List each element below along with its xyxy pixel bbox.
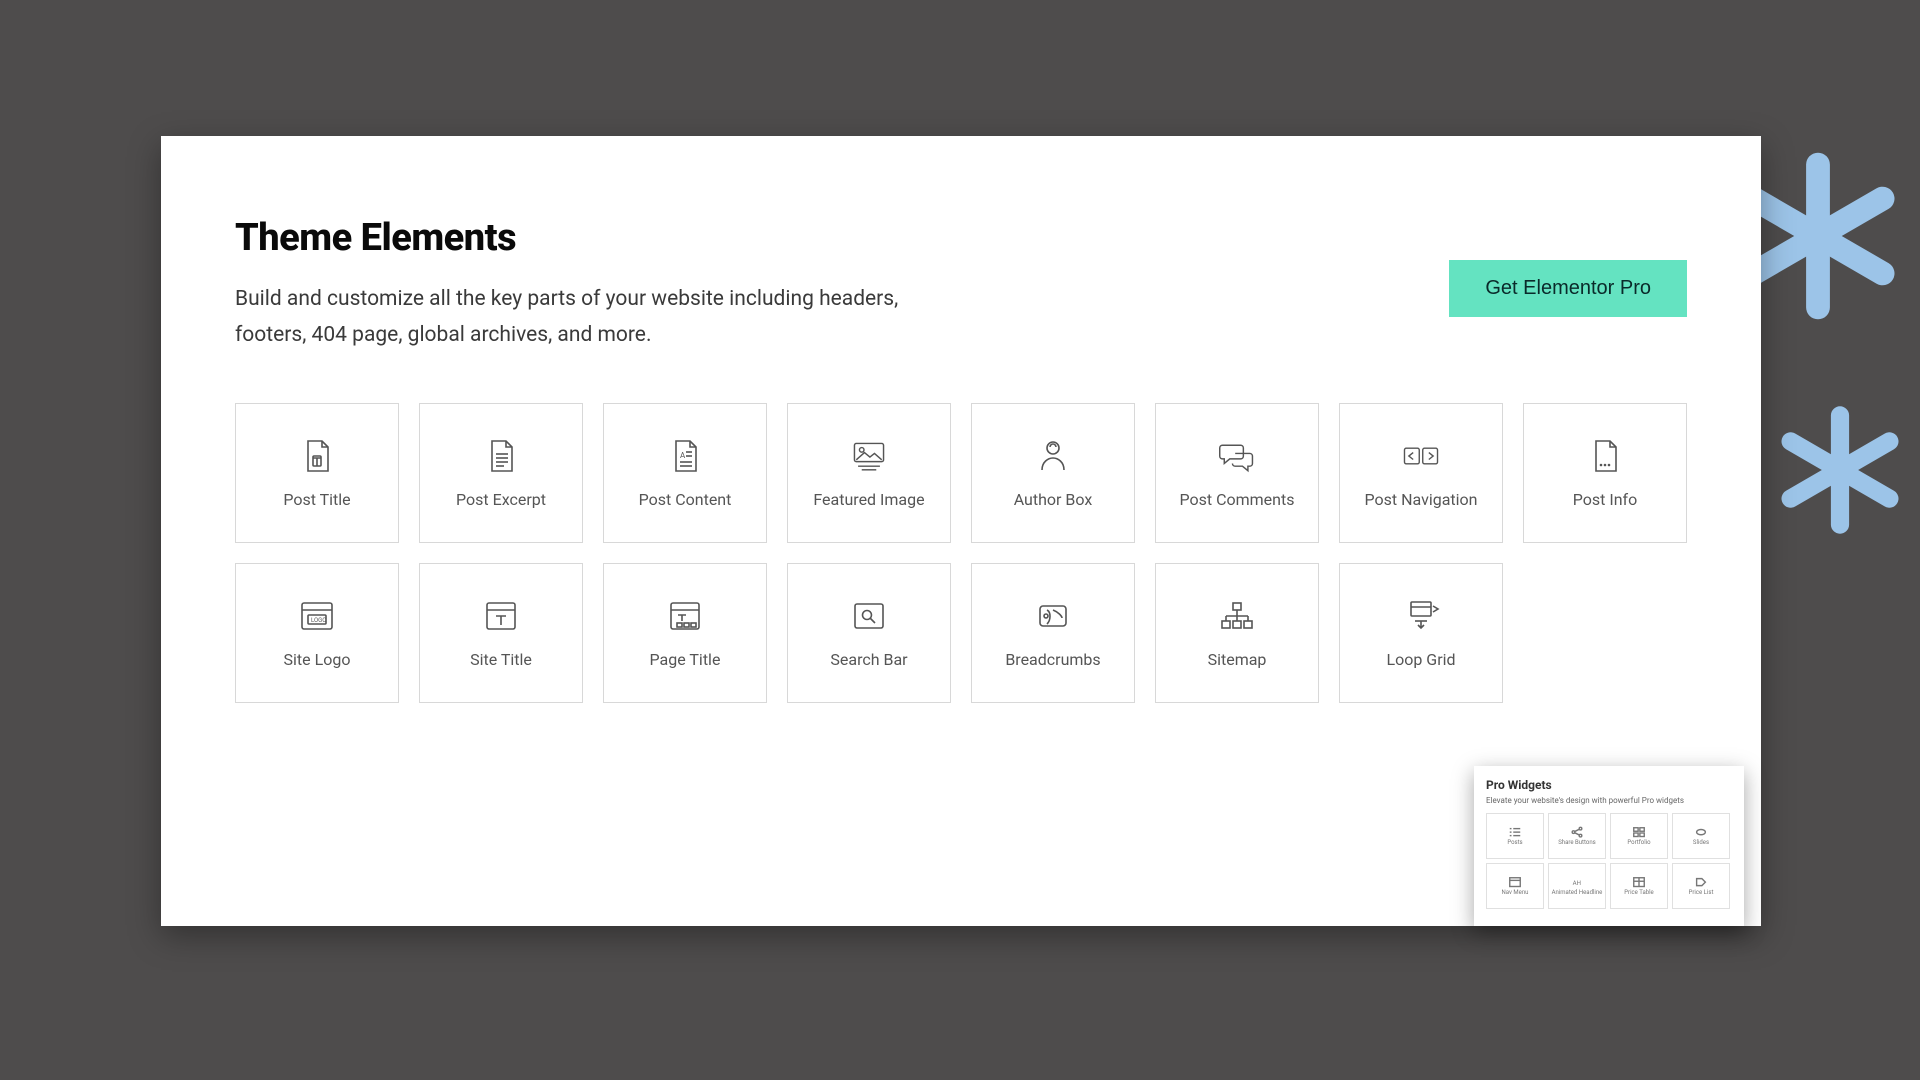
- widget-search-bar[interactable]: Search Bar: [787, 563, 951, 703]
- widget-label: Loop Grid: [1386, 650, 1455, 669]
- mini-label: Price List: [1689, 890, 1714, 896]
- widget-label: Post Comments: [1180, 490, 1295, 509]
- page-title: Theme Elements: [235, 216, 935, 260]
- pro-widgets-mini-panel: Pro Widgets Elevate your website's desig…: [1474, 766, 1744, 926]
- widget-label: Search Bar: [830, 650, 907, 669]
- nav-arrows-icon: [1401, 438, 1441, 474]
- window-tt-icon: [665, 598, 705, 634]
- mini-widget[interactable]: Posts: [1486, 813, 1544, 859]
- image-icon: [849, 438, 889, 474]
- mini-label: Portfolio: [1627, 840, 1650, 846]
- text-icon: AH: [1570, 876, 1584, 888]
- mini-label: Share Buttons: [1558, 840, 1596, 846]
- pricelist-icon: [1694, 876, 1708, 888]
- mini-widget[interactable]: Price List: [1672, 863, 1730, 909]
- search-icon: [849, 598, 889, 634]
- widget-label: Post Navigation: [1365, 490, 1478, 509]
- widget-grid: Post Title Post Excerpt A Post Content F…: [235, 403, 1687, 703]
- widget-label: Author Box: [1014, 490, 1093, 509]
- mini-label: Posts: [1507, 840, 1522, 846]
- loop-icon: [1401, 598, 1441, 634]
- widget-label: Post Title: [283, 490, 350, 509]
- widget-featured-image[interactable]: Featured Image: [787, 403, 951, 543]
- breadcrumb-icon: [1033, 598, 1073, 634]
- widget-label: Featured Image: [813, 490, 924, 509]
- widget-loop-grid[interactable]: Loop Grid: [1339, 563, 1503, 703]
- widget-post-title[interactable]: Post Title: [235, 403, 399, 543]
- svg-text:LOGO: LOGO: [311, 617, 326, 624]
- widget-page-title[interactable]: Page Title: [603, 563, 767, 703]
- widget-post-content[interactable]: A Post Content: [603, 403, 767, 543]
- mini-widget[interactable]: Portfolio: [1610, 813, 1668, 859]
- widget-author-box[interactable]: Author Box: [971, 403, 1135, 543]
- file-content-icon: A: [665, 438, 705, 474]
- mini-label: Nav Menu: [1502, 890, 1529, 896]
- widget-label: Page Title: [650, 650, 721, 669]
- widget-label: Post Info: [1573, 490, 1637, 509]
- table-icon: [1632, 876, 1646, 888]
- widget-label: Site Title: [470, 650, 532, 669]
- person-icon: [1033, 438, 1073, 474]
- widget-post-info[interactable]: Post Info: [1523, 403, 1687, 543]
- widget-label: Sitemap: [1208, 650, 1267, 669]
- file-t-icon: [297, 438, 337, 474]
- page-subtitle: Build and customize all the key parts of…: [235, 282, 935, 353]
- mini-panel-title: Pro Widgets: [1486, 778, 1732, 792]
- svg-text:A: A: [680, 451, 686, 460]
- share-icon: [1570, 826, 1584, 838]
- get-elementor-pro-button[interactable]: Get Elementor Pro: [1449, 260, 1687, 317]
- widget-post-excerpt[interactable]: Post Excerpt: [419, 403, 583, 543]
- widget-label: Post Excerpt: [456, 490, 546, 509]
- mini-widget[interactable]: Nav Menu: [1486, 863, 1544, 909]
- mini-widget[interactable]: Share Buttons: [1548, 813, 1606, 859]
- widget-label: Post Content: [639, 490, 732, 509]
- svg-text:AH: AH: [1573, 880, 1581, 887]
- grid-icon: [1632, 826, 1646, 838]
- mini-label: Price Table: [1624, 890, 1654, 896]
- list-icon: [1508, 826, 1522, 838]
- widget-post-navigation[interactable]: Post Navigation: [1339, 403, 1503, 543]
- mini-panel-grid: Posts Share Buttons Portfolio Slides Nav…: [1486, 813, 1732, 909]
- mini-panel-subtitle: Elevate your website's design with power…: [1486, 796, 1732, 805]
- widget-label: Site Logo: [284, 650, 351, 669]
- mini-widget[interactable]: Price Table: [1610, 863, 1668, 909]
- decor-asterisk-2: [1775, 405, 1905, 535]
- file-lines-icon: [481, 438, 521, 474]
- chat-icon: [1217, 438, 1257, 474]
- widget-sitemap[interactable]: Sitemap: [1155, 563, 1319, 703]
- logo-icon: LOGO: [297, 598, 337, 634]
- widget-site-logo[interactable]: LOGO Site Logo: [235, 563, 399, 703]
- widget-label: Breadcrumbs: [1005, 650, 1100, 669]
- mini-label: Slides: [1693, 840, 1709, 846]
- sitemap-icon: [1217, 598, 1257, 634]
- header-row: Theme Elements Build and customize all t…: [235, 216, 1687, 353]
- slides-icon: [1694, 826, 1708, 838]
- mini-widget[interactable]: AH Animated Headline: [1548, 863, 1606, 909]
- mini-widget[interactable]: Slides: [1672, 813, 1730, 859]
- widget-post-comments[interactable]: Post Comments: [1155, 403, 1319, 543]
- file-dots-icon: [1585, 438, 1625, 474]
- widget-site-title[interactable]: Site Title: [419, 563, 583, 703]
- window-t-icon: [481, 598, 521, 634]
- mini-label: Animated Headline: [1552, 890, 1603, 896]
- header-text: Theme Elements Build and customize all t…: [235, 216, 935, 353]
- widget-breadcrumbs[interactable]: Breadcrumbs: [971, 563, 1135, 703]
- menu-icon: [1508, 876, 1522, 888]
